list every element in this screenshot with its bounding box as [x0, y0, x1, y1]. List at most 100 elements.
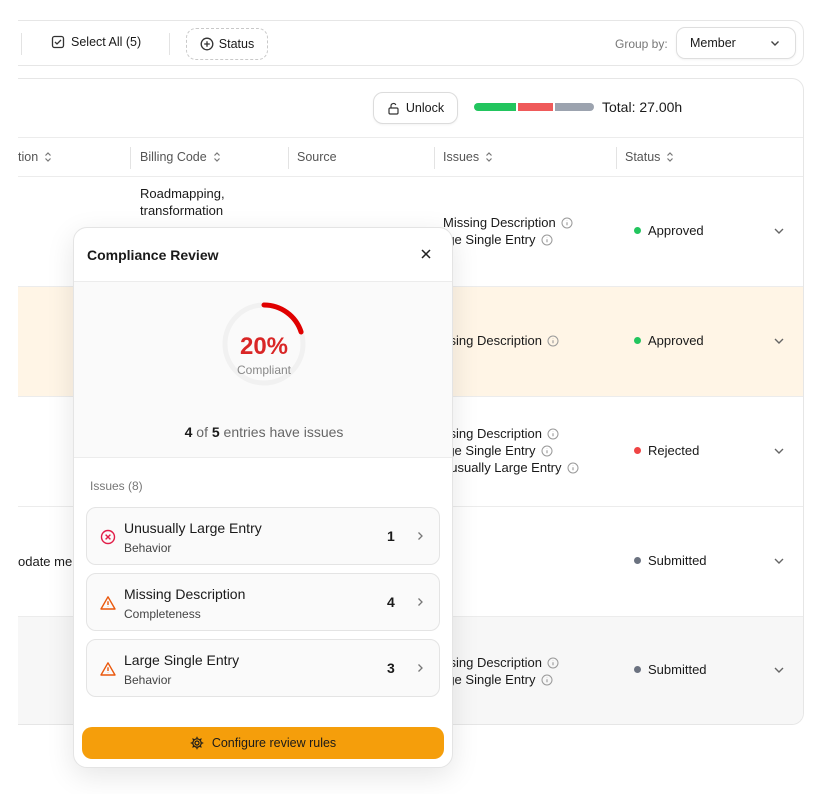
progress-segment-approved	[474, 103, 516, 111]
entries-issues-text: entries have issues	[223, 424, 344, 440]
info-icon[interactable]	[541, 674, 553, 686]
issues-cell: ssing Description rge Single Entry nusua…	[443, 425, 579, 476]
configure-review-rules-button[interactable]: Configure review rules	[82, 727, 444, 759]
column-header-source[interactable]: Source	[297, 150, 337, 164]
issue-text: rge Single Entry	[443, 672, 536, 687]
status-dot	[634, 666, 641, 673]
status-dot	[634, 227, 641, 234]
group-by-label: Group by:	[615, 37, 668, 51]
info-icon[interactable]	[561, 217, 573, 229]
select-all-button[interactable]: Select All (5)	[51, 35, 141, 49]
close-icon[interactable]	[419, 247, 433, 261]
issues-cell: ssing Description rge Single Entry	[443, 654, 559, 688]
issues-section-label: Issues (8)	[90, 479, 143, 493]
status-filter-button[interactable]: Status	[186, 28, 268, 60]
issue-card-category: Behavior	[124, 541, 172, 555]
issue-line: ssing Description	[443, 425, 579, 442]
chevron-down-icon[interactable]	[772, 444, 786, 458]
issue-text: rge Single Entry	[443, 443, 536, 458]
sort-icon	[45, 152, 52, 162]
chevron-down-icon[interactable]	[772, 663, 786, 677]
info-icon[interactable]	[541, 445, 553, 457]
compliance-summary: 20% Compliant 4 of 5 entries have issues	[74, 282, 452, 458]
chevron-right-icon	[418, 598, 423, 606]
plus-circle-icon	[200, 37, 214, 51]
issue-line: rge Single Entry	[443, 442, 579, 459]
column-header-issues[interactable]: Issues	[443, 150, 494, 164]
unlock-button[interactable]: Unlock	[373, 92, 458, 124]
issue-line: Missing Description	[443, 214, 573, 231]
error-circle-icon	[100, 529, 116, 545]
issue-text: ssing Description	[443, 655, 542, 670]
chevron-down-icon[interactable]	[772, 224, 786, 238]
chevron-down-icon[interactable]	[772, 554, 786, 568]
entries-total-count: 5	[211, 424, 220, 440]
total-hours: Total: 27.00h	[602, 99, 683, 115]
progress-segment-submitted	[555, 103, 594, 111]
chevron-down-icon[interactable]	[772, 334, 786, 348]
info-icon[interactable]	[547, 335, 559, 347]
status-badge: Approved	[634, 223, 704, 238]
column-divider	[616, 147, 617, 169]
billing-code-cell: Roadmapping, transformation	[140, 185, 225, 219]
issue-text: ssing Description	[443, 426, 542, 441]
compliance-percent: 20%	[239, 333, 289, 360]
issue-line: nusually Large Entry	[443, 459, 579, 476]
select-all-label: Select All (5)	[71, 35, 142, 49]
column-header-billing-code[interactable]: Billing Code	[140, 150, 222, 164]
billing-code-line: Roadmapping,	[140, 186, 225, 201]
group-by-value: Member	[690, 36, 736, 50]
status-badge: Submitted	[634, 553, 707, 568]
issue-card-large-single-entry[interactable]: Large Single Entry Behavior 3	[86, 639, 440, 697]
status-badge: Approved	[634, 333, 704, 348]
column-divider	[130, 147, 131, 169]
issue-line: rge Single Entry	[443, 671, 559, 688]
entries-of-text: of	[196, 424, 208, 440]
column-header-label: Source	[297, 150, 337, 164]
group-by-select[interactable]: Member	[676, 27, 796, 59]
status-label: Submitted	[648, 662, 707, 677]
issue-text: nusually Large Entry	[443, 460, 562, 475]
issue-card-unusually-large-entry[interactable]: Unusually Large Entry Behavior 1	[86, 507, 440, 565]
warning-triangle-icon	[100, 662, 116, 676]
column-divider	[434, 147, 435, 169]
status-badge: Rejected	[634, 443, 699, 458]
sort-icon	[667, 152, 674, 162]
issue-text: ssing Description	[443, 333, 542, 348]
info-icon[interactable]	[547, 657, 559, 669]
entries-with-issues-summary: 4 of 5 entries have issues	[74, 424, 452, 440]
progress-segment-rejected	[517, 103, 554, 111]
issue-card-title: Missing Description	[124, 586, 246, 602]
info-icon[interactable]	[547, 428, 559, 440]
column-header-label: Billing Code	[140, 150, 207, 164]
entries-with-issues-count: 4	[184, 424, 193, 440]
warning-triangle-icon	[100, 596, 116, 610]
status-dot	[634, 557, 641, 564]
popover-header: Compliance Review	[74, 228, 452, 282]
status-label: Submitted	[648, 553, 707, 568]
issue-card-missing-description[interactable]: Missing Description Completeness 4	[86, 573, 440, 631]
configure-review-rules-label: Configure review rules	[211, 736, 337, 750]
issues-cell: ssing Description	[443, 332, 559, 349]
issue-card-title: Unusually Large Entry	[124, 520, 262, 536]
unlock-label: Unlock	[405, 101, 445, 115]
issue-text: rge Single Entry	[443, 232, 536, 247]
toolbar-divider	[169, 33, 170, 55]
table-header: tion Billing Code Source Issues Status	[18, 137, 803, 177]
issue-card-category: Behavior	[124, 673, 172, 687]
compliance-percent-label: Compliant	[236, 363, 292, 377]
column-header-label: Status	[625, 150, 661, 164]
info-icon[interactable]	[541, 234, 553, 246]
issue-card-title: Large Single Entry	[124, 652, 240, 668]
column-header-description[interactable]: tion	[18, 150, 53, 164]
info-icon[interactable]	[567, 462, 579, 474]
toolbar-divider	[21, 33, 22, 55]
status-dot	[634, 337, 641, 344]
toolbar: Select All (5) Status Group by: Member	[18, 20, 804, 66]
column-header-status[interactable]: Status	[625, 150, 675, 164]
column-header-label: tion	[18, 150, 39, 164]
issue-line: rge Single Entry	[443, 231, 573, 248]
chevron-down-icon	[771, 41, 779, 46]
chevron-right-icon	[418, 664, 423, 672]
compliance-review-popover: Compliance Review 20% Compliant 4 of 5 e…	[73, 227, 453, 768]
